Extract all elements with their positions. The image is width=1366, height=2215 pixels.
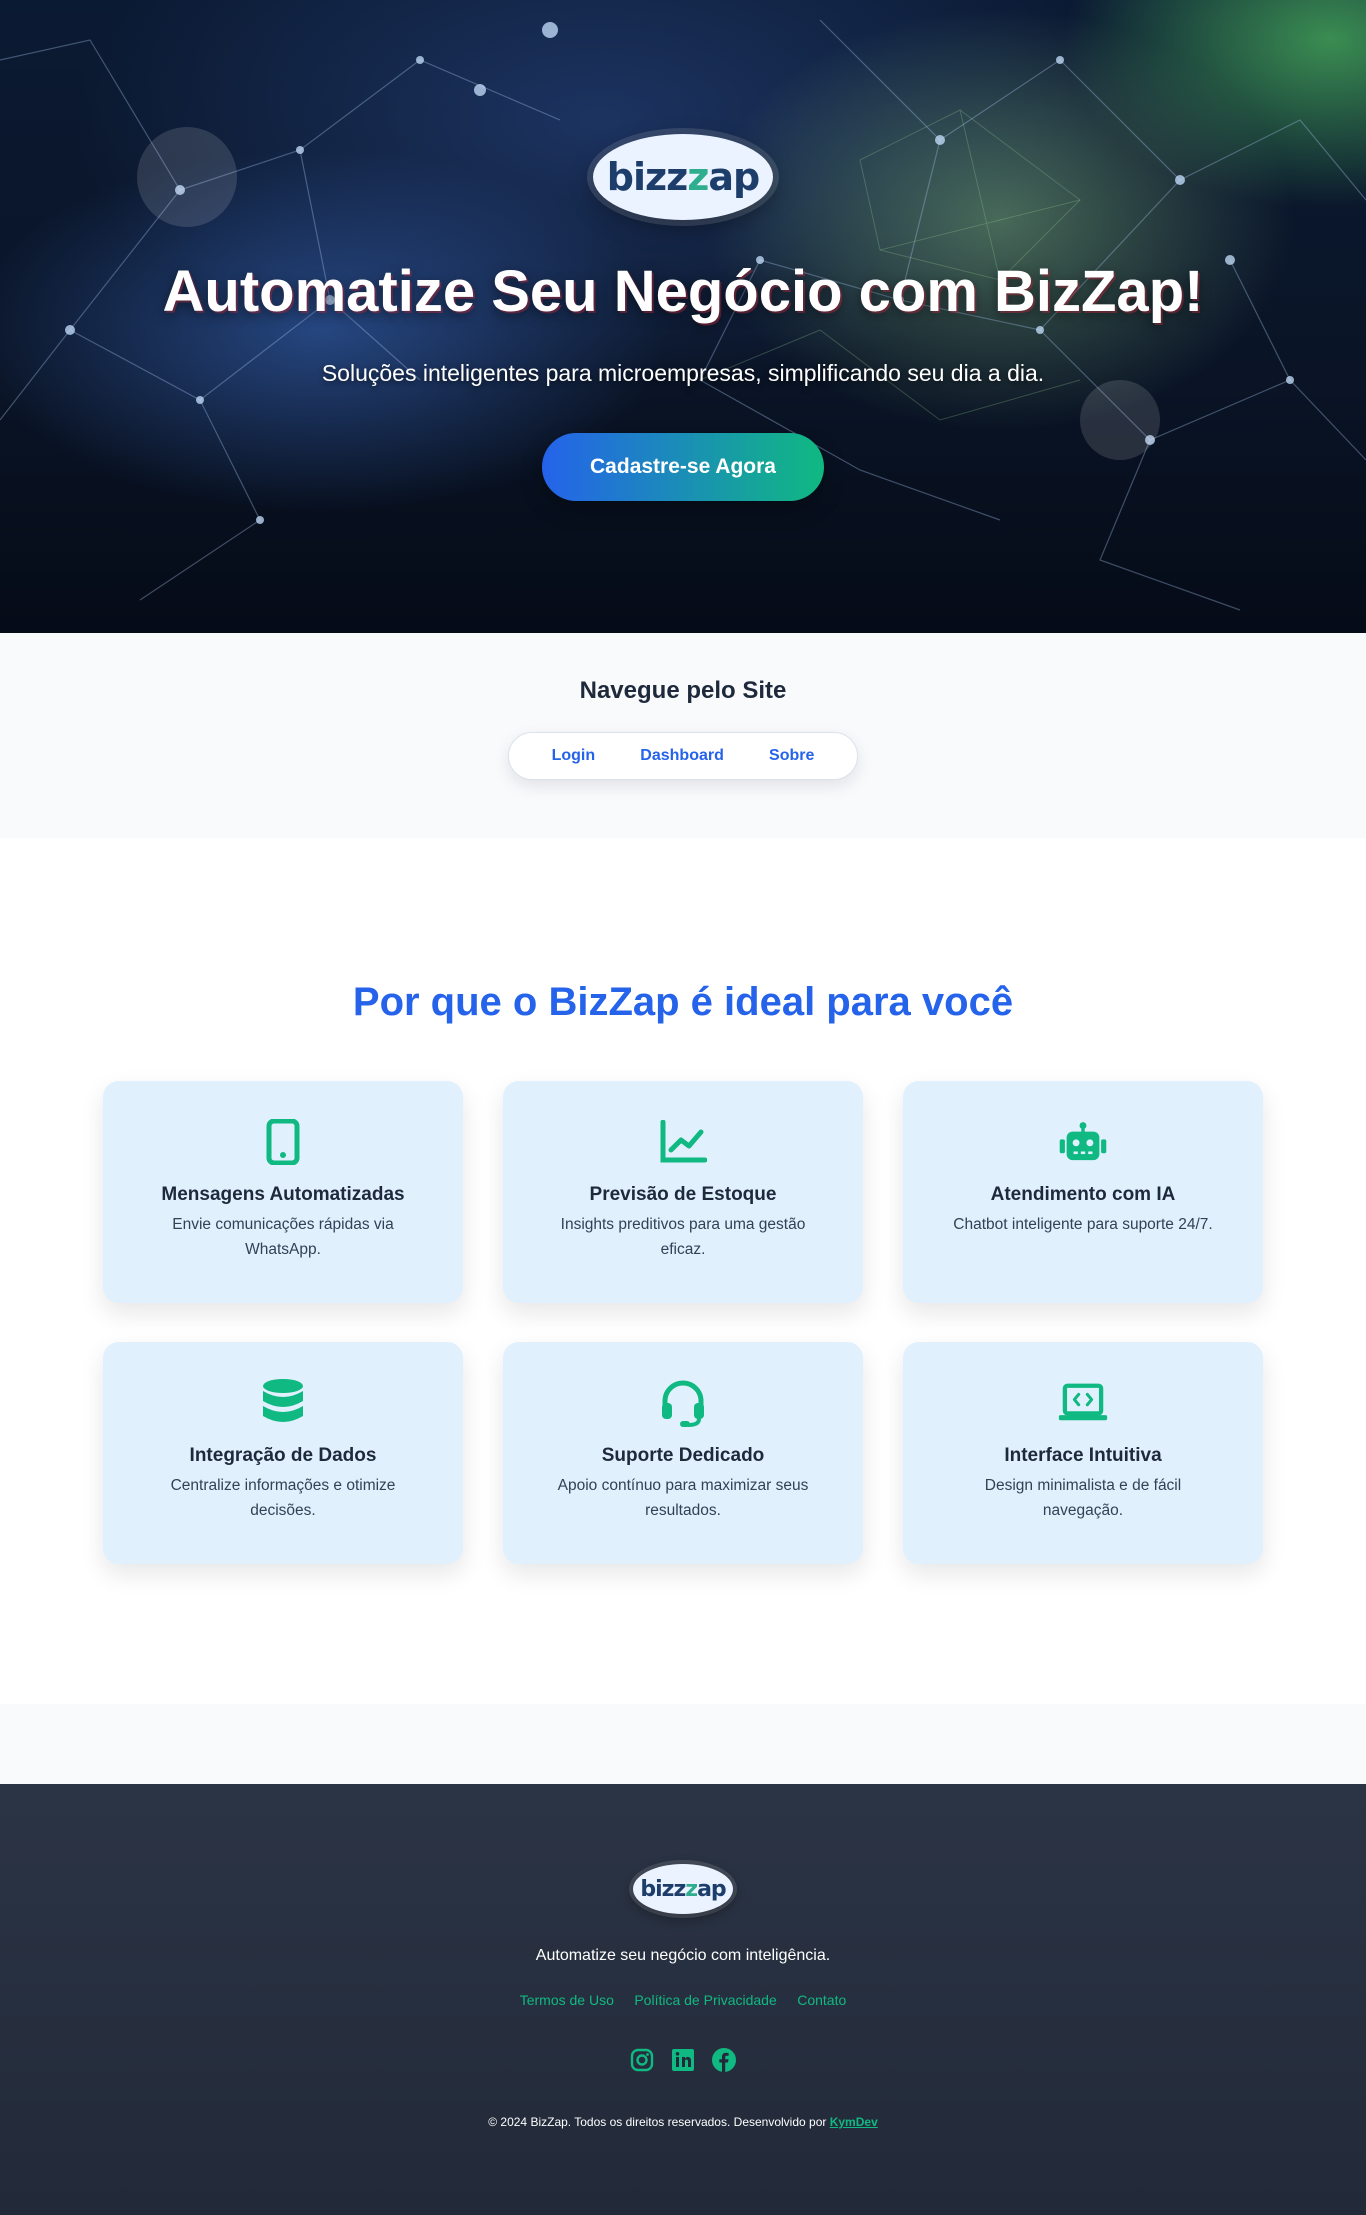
feature-card: Integração de Dados Centralize informaçõ… — [103, 1342, 463, 1564]
facebook-icon[interactable] — [710, 2046, 738, 2074]
features-title: Por que o BizZap é ideal para você — [352, 980, 1014, 1024]
hero-logo[interactable]: bizzzap — [593, 134, 773, 220]
linkedin-icon[interactable] — [669, 2046, 697, 2074]
feature-title: Suporte Dedicado — [601, 1445, 765, 1466]
feature-card: Interface Intuitiva Design minimalista e… — [903, 1342, 1263, 1564]
mobile-phone-icon — [258, 1117, 308, 1167]
feature-title: Previsão de Estoque — [589, 1184, 777, 1205]
footer: bizzzap Automatize seu negócio com intel… — [0, 1784, 1366, 2215]
feature-description: Centralize informações e otimize decisõe… — [170, 1477, 396, 1519]
feature-description: Envie comunicações rápidas via WhatsApp. — [172, 1216, 394, 1258]
database-icon — [258, 1378, 308, 1428]
hero-subtitle: Soluções inteligentes para microempresas… — [321, 360, 1045, 386]
developer-link[interactable]: KymDev — [830, 2115, 878, 2129]
feature-card: Suporte Dedicado Apoio contínuo para max… — [503, 1342, 863, 1564]
section-spacer — [0, 1704, 1366, 1784]
copyright-text: © 2024 BizZap. Todos os direitos reserva… — [488, 2115, 827, 2129]
chart-line-icon — [658, 1117, 708, 1167]
hero-title: Automatize Seu Negócio com BizZap! — [162, 259, 1204, 324]
feature-description: Chatbot inteligente para suporte 24/7. — [953, 1216, 1213, 1233]
instagram-icon[interactable] — [628, 2046, 656, 2074]
copyright: © 2024 BizZap. Todos os direitos reserva… — [0, 2115, 1366, 2129]
nav-link-dashboard[interactable]: Dashboard — [640, 747, 724, 765]
logo-wordmark: bizzzap — [640, 1876, 726, 1902]
headset-icon — [658, 1378, 708, 1428]
feature-title: Atendimento com IA — [990, 1184, 1176, 1205]
feature-description: Apoio contínuo para maximizar seus resul… — [557, 1477, 809, 1519]
site-nav: Login Dashboard Sobre — [508, 732, 858, 780]
nav-title: Navegue pelo Site — [579, 677, 787, 704]
robot-icon — [1058, 1117, 1108, 1167]
features-section: Por que o BizZap é ideal para você Mensa… — [0, 838, 1366, 1704]
feature-card: Atendimento com IA Chatbot inteligente p… — [903, 1081, 1263, 1303]
feature-card: Previsão de Estoque Insights preditivos … — [503, 1081, 863, 1303]
feature-title: Integração de Dados — [189, 1445, 377, 1466]
nav-link-sobre[interactable]: Sobre — [769, 747, 814, 765]
footer-link-privacy[interactable]: Política de Privacidade — [634, 1992, 776, 2008]
nav-section: Navegue pelo Site Login Dashboard Sobre — [0, 633, 1366, 838]
hero-section: bizzzap Automatize Seu Negócio com BizZa… — [0, 0, 1366, 633]
feature-description: Insights preditivos para uma gestão efic… — [560, 1216, 806, 1258]
nav-link-login[interactable]: Login — [552, 747, 596, 765]
laptop-code-icon — [1058, 1378, 1108, 1428]
footer-links: Termos de Uso Política de Privacidade Co… — [0, 1992, 1366, 2010]
decor-bubble — [1080, 380, 1160, 460]
feature-description: Design minimalista e de fácil navegação. — [984, 1477, 1182, 1519]
feature-title: Mensagens Automatizadas — [161, 1184, 405, 1205]
footer-link-contact[interactable]: Contato — [797, 1992, 846, 2008]
footer-tagline: Automatize seu negócio com inteligência. — [535, 1947, 831, 1964]
feature-title: Interface Intuitiva — [1004, 1445, 1162, 1466]
footer-link-terms[interactable]: Termos de Uso — [520, 1992, 614, 2008]
decor-bubble — [137, 127, 237, 227]
signup-button[interactable]: Cadastre-se Agora — [542, 433, 824, 501]
footer-logo[interactable]: bizzzap — [633, 1864, 733, 1914]
logo-wordmark: bizzzap — [606, 155, 760, 199]
social-links — [628, 2046, 738, 2074]
feature-card: Mensagens Automatizadas Envie comunicaçõ… — [103, 1081, 463, 1303]
